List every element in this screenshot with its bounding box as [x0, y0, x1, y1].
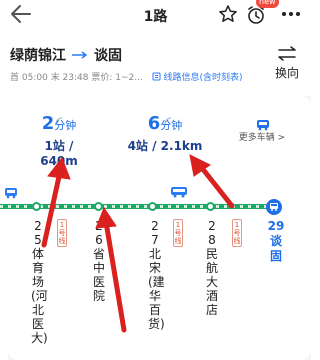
stop-name[interactable]: 26省中医院: [92, 219, 106, 303]
route-to: 谈固: [94, 48, 122, 64]
stop-dot[interactable]: [206, 202, 215, 211]
metro-line-tag: 1号线: [232, 219, 242, 247]
stop-name[interactable]: 28民航大酒店: [205, 219, 219, 317]
arrival-minutes-unit: 分钟: [54, 119, 77, 132]
arrival-minutes: 6: [147, 113, 161, 134]
route-arrow-icon: [72, 48, 88, 62]
new-badge: new: [256, 0, 279, 8]
metro-line-tag: 1号线: [57, 219, 67, 247]
route-info-link-label: 线路信息(含时刻表): [163, 73, 243, 83]
destination-stop-name[interactable]: 29谈固: [266, 219, 286, 264]
stop-dot[interactable]: [94, 202, 103, 211]
arrival-minutes: 2: [41, 113, 55, 134]
more-options-icon[interactable]: [280, 5, 302, 23]
arrival-minutes-unit: 分钟: [160, 119, 183, 132]
arrival-item[interactable]: 2分钟 1站 / 640m: [24, 113, 94, 168]
more-vehicles-link[interactable]: 更多车辆 >: [227, 130, 297, 143]
stop-name[interactable]: 25体育场(河北医大): [31, 219, 48, 345]
destination-bus-icon: [266, 199, 282, 215]
swap-label: 换向: [274, 66, 299, 80]
swap-direction-button[interactable]: 换向: [271, 46, 303, 82]
route-from: 绿荫锦江: [10, 48, 66, 64]
route-schedule-text: 首 05:00 末 23:48 票价: 1~2...: [10, 73, 143, 83]
stop-dot[interactable]: [148, 202, 157, 211]
arrival-distance: 4站 / 2.1km: [127, 139, 203, 153]
stop-dot[interactable]: [32, 202, 41, 211]
metro-line-tag: 1号线: [173, 219, 183, 247]
stop-name[interactable]: 27北宋(建华百货): [148, 219, 165, 331]
arrival-distance: 1站 / 640m: [40, 139, 78, 168]
bus-position-icon: [4, 184, 22, 199]
swap-icon: [278, 46, 296, 61]
route-line-pattern: [0, 205, 275, 208]
info-doc-icon: [152, 72, 161, 81]
route-title: 绿荫锦江 谈固: [10, 45, 122, 65]
star-icon[interactable]: [218, 4, 238, 24]
route-info: 首 05:00 末 23:48 票价: 1~2... 线路信息(含时刻表): [10, 70, 243, 83]
arrival-item[interactable]: 6分钟 4站 / 2.1km: [125, 113, 205, 154]
route-info-link[interactable]: 线路信息(含时刻表): [152, 72, 243, 83]
bus-position-icon: [170, 183, 188, 198]
top-bar: 1路 new: [0, 0, 311, 30]
